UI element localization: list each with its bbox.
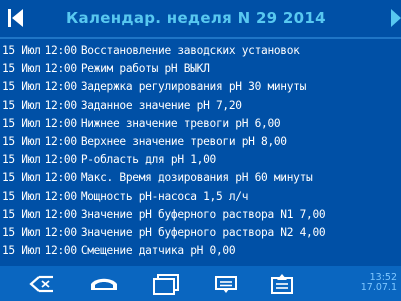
log-list[interactable]: 15 Июл 12:00 Восстановление заводских уста… bbox=[0, 42, 401, 264]
upload-button[interactable] bbox=[262, 271, 302, 297]
log-date: 15 Июл bbox=[2, 116, 41, 130]
log-date: 15 Июл bbox=[2, 98, 41, 112]
log-message: Мощность pH-насоса 1,5 л/ч bbox=[80, 189, 249, 203]
log-message: Значение pH буферного раствора N2 4,00 bbox=[80, 225, 326, 239]
log-time: 12:00 bbox=[44, 171, 77, 185]
footer-bar: 13:52 17.07.1 bbox=[0, 266, 401, 301]
next-icon bbox=[391, 9, 401, 27]
menu-button[interactable] bbox=[206, 271, 246, 297]
back-button[interactable] bbox=[22, 271, 62, 297]
log-date: 15 Июл bbox=[2, 153, 41, 167]
log-time: 12:00 bbox=[44, 225, 77, 239]
log-time: 12:00 bbox=[44, 134, 77, 148]
log-time: 12:00 bbox=[44, 44, 77, 57]
page-title: Календар. неделя N 29 2014 bbox=[66, 9, 326, 27]
log-row[interactable]: 15 Июл 12:00 Верхнее значение тревоги pH 8… bbox=[0, 133, 401, 151]
log-message: Задержка регулирования pH 30 минуты bbox=[80, 80, 307, 94]
prev-icon bbox=[8, 9, 23, 27]
upload-icon bbox=[271, 274, 293, 294]
clock: 13:52 17.07.1 bbox=[361, 273, 397, 293]
log-date: 15 Июл bbox=[2, 62, 41, 76]
window-icon bbox=[153, 274, 179, 295]
log-row[interactable]: 15 Июл 12:00 Мощность pH-насоса 1,5 л/ч bbox=[0, 188, 401, 206]
menu-icon bbox=[215, 276, 237, 293]
log-message: Восстановление заводских установок bbox=[80, 44, 300, 57]
log-time: 12:00 bbox=[44, 207, 77, 221]
log-time: 12:00 bbox=[44, 153, 77, 167]
header-bar: Календар. неделя N 29 2014 bbox=[0, 0, 401, 37]
home-button[interactable] bbox=[84, 271, 124, 297]
header-divider bbox=[0, 37, 401, 39]
log-date: 15 Июл bbox=[2, 44, 41, 57]
log-row[interactable]: 15 Июл 12:00 P-область для pH 1,00 bbox=[0, 151, 401, 169]
log-message: Макс. Время дозирования pH 60 минуты bbox=[80, 171, 313, 185]
log-message: Верхнее значение тревоги pH 8,00 bbox=[80, 134, 287, 148]
log-message: Смещение датчика pH 0,00 bbox=[80, 244, 236, 258]
log-row[interactable]: 15 Июл 12:00 Макс. Время дозирования pH 60… bbox=[0, 169, 401, 187]
log-message: Нижнее значение тревоги pH 6,00 bbox=[80, 116, 281, 130]
log-row[interactable]: 15 Июл 12:00 Режим работы pH ВЫКЛ bbox=[0, 60, 401, 78]
log-time: 12:00 bbox=[44, 80, 77, 94]
log-row[interactable]: 15 Июл 12:00 Нижнее значение тревоги pH 6,… bbox=[0, 115, 401, 133]
log-date: 15 Июл bbox=[2, 189, 41, 203]
log-time: 12:00 bbox=[44, 98, 77, 112]
log-message: Значение pH буферного раствора N1 7,00 bbox=[80, 207, 326, 221]
log-time: 12:00 bbox=[44, 116, 77, 130]
log-time: 12:00 bbox=[44, 244, 77, 258]
log-date: 15 Июл bbox=[2, 225, 41, 239]
log-date: 15 Июл bbox=[2, 80, 41, 94]
log-row[interactable]: 15 Июл 12:00 Значение pH буферного раствор… bbox=[0, 224, 401, 242]
log-row[interactable]: 15 Июл 12:00 Смещение датчика pH 0,00 bbox=[0, 242, 401, 260]
log-row[interactable]: 15 Июл 12:00 Восстановление заводских уста… bbox=[0, 42, 401, 60]
back-icon bbox=[29, 275, 53, 293]
log-date: 15 Июл bbox=[2, 207, 41, 221]
log-message: P-область для pH 1,00 bbox=[80, 153, 216, 167]
log-date: 15 Июл bbox=[2, 134, 41, 148]
window-button[interactable] bbox=[146, 271, 186, 297]
log-date: 15 Июл bbox=[2, 171, 41, 185]
next-week-button[interactable] bbox=[389, 8, 401, 28]
log-row[interactable]: 15 Июл 12:00 Заданное значение pH 7,20 bbox=[0, 97, 401, 115]
log-message: Режим работы pH ВЫКЛ bbox=[80, 62, 210, 76]
prev-week-button[interactable] bbox=[8, 8, 24, 28]
home-icon bbox=[91, 278, 117, 290]
log-row[interactable]: 15 Июл 12:00 Задержка регулирования pH 30 … bbox=[0, 78, 401, 96]
log-row[interactable]: 15 Июл 12:00 Значение pH буферного раствор… bbox=[0, 206, 401, 224]
log-message: Заданное значение pH 7,20 bbox=[80, 98, 242, 112]
log-time: 12:00 bbox=[44, 62, 77, 76]
log-date: 15 Июл bbox=[2, 244, 41, 258]
clock-date: 17.07.1 bbox=[360, 282, 397, 293]
log-time: 12:00 bbox=[44, 189, 77, 203]
